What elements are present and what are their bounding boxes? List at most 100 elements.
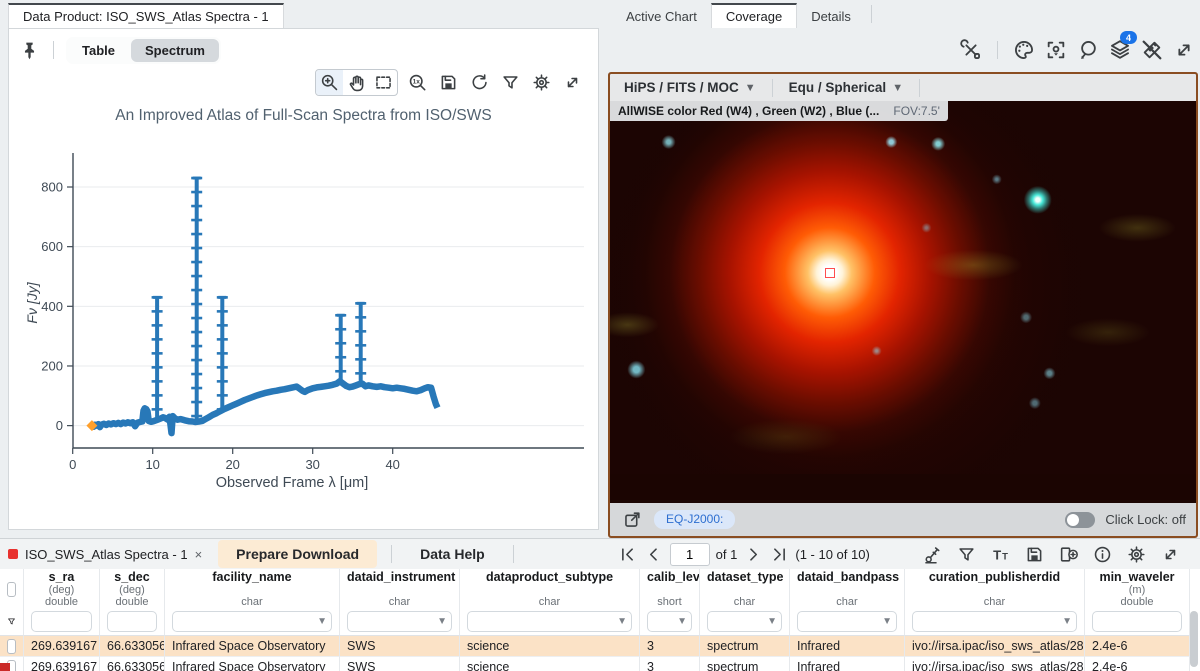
tab-active-chart[interactable]: Active Chart (612, 3, 711, 28)
zoom-original-icon[interactable]: 1x (405, 71, 429, 95)
table-scrollbar[interactable] (1190, 611, 1198, 667)
pin-icon[interactable] (17, 38, 41, 62)
filter-input-s_dec[interactable] (107, 611, 157, 632)
pan-hand-icon[interactable] (343, 70, 370, 95)
spectrum-plot[interactable]: 0200400600800010203040Observed Frame λ [… (17, 131, 595, 493)
table-tab[interactable]: ISO_SWS_Atlas Spectra - 1 × (8, 547, 210, 562)
column-header-min_waveler[interactable]: min_waveler(m)double (1085, 569, 1190, 607)
external-link-icon[interactable] (620, 508, 644, 532)
tab-data-product[interactable]: Data Product: ISO_SWS_Atlas Spectra - 1 (8, 3, 284, 28)
chevron-down-icon: ▼ (745, 82, 756, 94)
chart-title: An Improved Atlas of Full-Scan Spectra f… (9, 107, 598, 125)
svg-text:0: 0 (69, 457, 76, 472)
microscope-icon[interactable] (920, 542, 944, 566)
cell-min_waveler: 2.4e-6 (1085, 657, 1190, 671)
chart-settings-icon[interactable] (529, 71, 553, 95)
box-select-icon[interactable] (370, 70, 397, 95)
sky-image[interactable]: AllWISE color Red (W4) , Green (W2) , Bl… (610, 101, 1196, 474)
divider (997, 41, 998, 59)
filter-row-icon (0, 607, 24, 636)
info-icon[interactable] (1090, 542, 1114, 566)
svg-text:Observed Frame λ [μm]: Observed Frame λ [μm] (216, 475, 369, 491)
divider (391, 545, 392, 563)
measure-off-icon[interactable] (1140, 38, 1164, 62)
expand-chart-icon[interactable] (560, 71, 584, 95)
column-header-s_ra[interactable]: s_ra(deg)double (24, 569, 100, 607)
column-header-dataproduct_subtype[interactable]: dataproduct_subtype char (460, 569, 640, 607)
cell-facility_name: Infrared Space Observatory (165, 636, 340, 657)
table-status-dot (8, 549, 18, 559)
table-header-row: s_ra(deg)doubles_dec(deg)doublefacility_… (0, 569, 1192, 607)
data-help-button[interactable]: Data Help (406, 540, 499, 568)
svg-text:30: 30 (305, 457, 319, 472)
select-all-checkbox[interactable] (7, 582, 16, 597)
chevron-down-icon: ▼ (892, 82, 903, 94)
select-region-icon[interactable] (1076, 38, 1100, 62)
prepare-download-button[interactable]: Prepare Download (218, 540, 377, 568)
restore-chart-icon[interactable] (467, 71, 491, 95)
cell-dataid_bandpass: Infrared (790, 636, 905, 657)
filter-table-icon[interactable] (954, 542, 978, 566)
filter-input-min_waveler[interactable] (1092, 611, 1182, 632)
coverage-viewer: HiPS / FITS / MOC▼ Equ / Spherical▼ AllW… (608, 72, 1198, 538)
chart-toolbar: 1x (315, 69, 584, 96)
tab-coverage[interactable]: Coverage (711, 3, 797, 28)
coordinate-readout: EQ-J2000: (654, 510, 735, 529)
filter-input-curation_publisherdid[interactable]: ▼ (912, 611, 1077, 632)
table-row[interactable]: 269.63916766.633056Infrared Space Observ… (0, 636, 1192, 657)
table-toolbar-icons: TT (920, 542, 1192, 566)
text-view-icon[interactable]: TT (988, 542, 1012, 566)
prev-page-button[interactable] (644, 544, 664, 564)
zoom-in-icon[interactable] (316, 70, 343, 95)
view-toggle-spectrum[interactable]: Spectrum (131, 39, 219, 62)
filter-input-s_ra[interactable] (31, 611, 92, 632)
first-page-button[interactable] (618, 544, 638, 564)
recenter-icon[interactable] (1044, 38, 1068, 62)
color-palette-icon[interactable] (1012, 38, 1036, 62)
cell-dataid_bandpass: Infrared (790, 657, 905, 671)
last-page-button[interactable] (769, 544, 789, 564)
svg-text:1x: 1x (412, 79, 420, 86)
filter-input-facility_name[interactable]: ▼ (172, 611, 332, 632)
row-checkbox[interactable] (7, 639, 16, 654)
cell-s_ra: 269.639167 (24, 657, 100, 671)
filter-input-dataproduct_subtype[interactable]: ▼ (467, 611, 632, 632)
divider (513, 545, 514, 563)
data-product-tabbar: Data Product: ISO_SWS_Atlas Spectra - 1 (8, 0, 284, 28)
filter-input-calib_level[interactable]: ▼ (647, 611, 692, 632)
filter-input-dataid_bandpass[interactable]: ▼ (797, 611, 897, 632)
cell-min_waveler: 2.4e-6 (1085, 636, 1190, 657)
hips-fits-moc-dropdown[interactable]: HiPS / FITS / MOC▼ (618, 77, 762, 98)
svg-text:20: 20 (225, 457, 239, 472)
image-caption: AllWISE color Red (W4) , Green (W2) , Bl… (610, 101, 948, 121)
close-table-icon[interactable]: × (195, 547, 203, 562)
next-page-button[interactable] (743, 544, 763, 564)
cell-s_dec: 66.633056 (100, 657, 165, 671)
data-product-panel: TableSpectrum 1x An Improved Atlas of Fu… (8, 28, 599, 530)
expand-table-icon[interactable] (1158, 542, 1182, 566)
column-header-dataid_instrument[interactable]: dataid_instrument char (340, 569, 460, 607)
add-column-icon[interactable] (1056, 542, 1080, 566)
table-settings-icon[interactable] (1124, 542, 1148, 566)
projection-dropdown[interactable]: Equ / Spherical▼ (783, 77, 909, 98)
save-table-icon[interactable] (1022, 542, 1046, 566)
column-header-facility_name[interactable]: facility_name char (165, 569, 340, 607)
column-header-dataid_bandpass[interactable]: dataid_bandpass char (790, 569, 905, 607)
view-toggle-table[interactable]: Table (68, 39, 129, 62)
column-header-dataset_type[interactable]: dataset_type char (700, 569, 790, 607)
coverage-toolbar: 4 (608, 34, 1200, 66)
expand-coverage-icon[interactable] (1172, 38, 1196, 62)
save-chart-icon[interactable] (436, 71, 460, 95)
filter-input-dataid_instrument[interactable]: ▼ (347, 611, 452, 632)
filter-input-dataset_type[interactable]: ▼ (707, 611, 782, 632)
column-header-s_dec[interactable]: s_dec(deg)double (100, 569, 165, 607)
column-header-calib_level[interactable]: calib_level short (640, 569, 700, 607)
svg-text:800: 800 (41, 180, 63, 195)
table-row[interactable]: 269.63916766.633056Infrared Space Observ… (0, 657, 1192, 671)
filter-chart-icon[interactable] (498, 71, 522, 95)
tools-icon[interactable] (959, 38, 983, 62)
page-number-input[interactable] (670, 543, 710, 566)
column-header-curation_publisherdid[interactable]: curation_publisherdid char (905, 569, 1085, 607)
click-lock-toggle[interactable] (1065, 512, 1095, 528)
tab-details[interactable]: Details (797, 3, 865, 28)
